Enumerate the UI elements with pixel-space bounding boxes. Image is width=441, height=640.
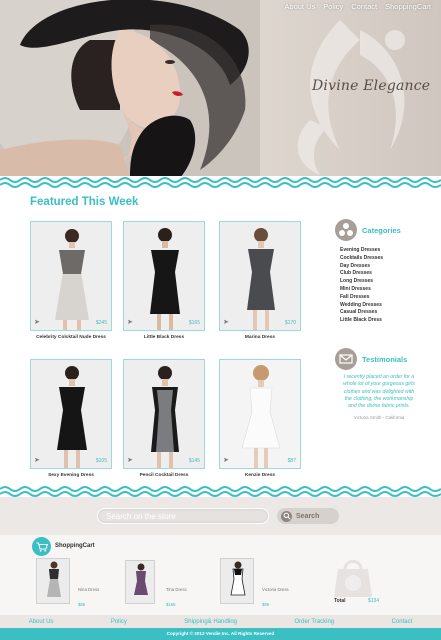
arrow-right-icon[interactable]: ➤ — [223, 318, 229, 326]
category-link[interactable]: Wedding Dresses — [340, 302, 383, 310]
arrow-right-icon[interactable]: ➤ — [34, 318, 40, 326]
product-price: $105 — [95, 458, 107, 464]
cart-item-image[interactable] — [125, 560, 155, 604]
cart-item-price: $85 — [78, 602, 86, 607]
hero-tagline: Divine Elegance — [312, 78, 431, 94]
shopping-bag-icon — [334, 560, 372, 597]
cart-item-image[interactable] — [36, 558, 70, 604]
arrow-right-icon[interactable]: ➤ — [223, 456, 229, 464]
wave-divider-top — [0, 176, 441, 190]
product-price: $87 — [287, 458, 296, 464]
product-name[interactable]: Kenzie Dress — [219, 473, 301, 478]
search-input[interactable] — [97, 508, 269, 524]
top-navigation: About Us Policy Contact ShoppingCart — [284, 2, 431, 11]
footer-link-shipping[interactable]: Shipping& Handling — [184, 619, 237, 625]
product-image[interactable]: ➤ $145 — [123, 359, 205, 469]
nav-contact[interactable]: Contact — [351, 2, 377, 11]
cart-item-name: Tina Dress — [166, 587, 187, 592]
category-link[interactable]: Long Dresses — [340, 278, 383, 286]
dress-image — [124, 222, 204, 330]
shopping-cart-icon[interactable] — [32, 537, 51, 556]
product-name[interactable]: Sexy Evening Dress — [30, 473, 112, 478]
arrow-right-icon[interactable]: ➤ — [127, 456, 133, 464]
testimonial-author: Victoria Smith - California — [353, 415, 405, 420]
cart-total-label: Total — [334, 598, 346, 604]
cart-item-price: $165 — [166, 602, 176, 607]
cart-item-name: Victoria Dress — [262, 587, 289, 592]
search-button-label: Search — [296, 512, 320, 520]
hero-model-image — [0, 0, 260, 178]
product-name[interactable]: Celebrity Colcktail Nude Dress — [30, 335, 112, 340]
product-card[interactable]: ➤ $170 Marina Dress — [219, 221, 301, 340]
product-price: $245 — [95, 320, 107, 326]
nav-shopping-cart[interactable]: ShoppingCart — [385, 2, 431, 11]
footer-link-contact[interactable]: Contact — [392, 619, 413, 625]
category-link[interactable]: Club Dresses — [340, 270, 383, 278]
product-name[interactable]: Marina Dress — [219, 335, 301, 340]
cart-item-price: $96 — [262, 602, 270, 607]
category-link[interactable]: Evening Dresses — [340, 247, 383, 255]
search-icon — [281, 510, 292, 522]
cart-title: ShoppingCart — [55, 543, 95, 549]
search-button[interactable]: Search — [277, 508, 339, 524]
product-name[interactable]: Pencil Cocktail Dress — [123, 473, 205, 478]
copyright-text: Copyright © 2012 Vendie Inc. All Rights … — [0, 628, 441, 640]
product-card[interactable]: ➤ $245 Celebrity Colcktail Nude Dress — [30, 221, 112, 340]
footer-link-order-tracking[interactable]: Order Tracking — [294, 619, 334, 625]
categories-list: Evening Dresses Cocktails Dresses Day Dr… — [340, 247, 383, 325]
hero-banner: About Us Policy Contact ShoppingCart Div… — [0, 0, 441, 178]
category-link[interactable]: Day Dresses — [340, 263, 383, 271]
product-card[interactable]: ➤ $105 Sexy Evening Dress — [30, 359, 112, 478]
arrow-right-icon[interactable]: ➤ — [127, 318, 133, 326]
footer-navigation: About Us Policy Shipping& Handling Order… — [0, 615, 441, 628]
testimonial-text: I recently placed an order for a whole l… — [343, 374, 415, 410]
product-name[interactable]: Little Black Dress — [123, 335, 205, 340]
product-image[interactable]: ➤ $165 — [123, 221, 205, 331]
product-price: $165 — [188, 320, 200, 326]
product-card[interactable]: ➤ $165 Little Black Dress — [123, 221, 205, 340]
category-link[interactable]: Cocktails Dresses — [340, 255, 383, 263]
cart-item-name: Nina Dress — [78, 587, 100, 592]
dress-image — [220, 360, 300, 468]
product-card[interactable]: ➤ $87 Kenzie Dress — [219, 359, 301, 478]
arrow-right-icon[interactable]: ➤ — [34, 456, 40, 464]
nav-about-us[interactable]: About Us — [284, 2, 315, 11]
cart-total-value: $134 — [368, 598, 380, 604]
footer-link-policy[interactable]: Policy — [111, 619, 127, 625]
category-link[interactable]: Little Black Dress — [340, 317, 383, 325]
dress-image — [31, 360, 111, 468]
category-link[interactable]: Casual Dresses — [340, 309, 383, 317]
nav-policy[interactable]: Policy — [323, 2, 343, 11]
product-image[interactable]: ➤ $245 — [30, 221, 112, 331]
envelope-icon — [335, 348, 357, 370]
footer-link-about-us[interactable]: About Us — [29, 619, 54, 625]
featured-title: Featured This Week — [30, 196, 139, 208]
dress-image — [31, 222, 111, 330]
testimonials-heading: Testimonials — [362, 355, 408, 364]
dress-image — [124, 360, 204, 468]
category-link[interactable]: Mini Dresses — [340, 286, 383, 294]
dress-image — [220, 222, 300, 330]
cart-item-image[interactable] — [220, 558, 254, 604]
product-image[interactable]: ➤ $105 — [30, 359, 112, 469]
product-price: $145 — [188, 458, 200, 464]
categories-icon — [335, 219, 357, 241]
categories-heading: Categories — [362, 226, 401, 235]
product-image[interactable]: ➤ $170 — [219, 221, 301, 331]
product-image[interactable]: ➤ $87 — [219, 359, 301, 469]
product-price: $170 — [284, 320, 296, 326]
product-card[interactable]: ➤ $145 Pencil Cocktail Dress — [123, 359, 205, 478]
category-link[interactable]: Fall Dresses — [340, 294, 383, 302]
